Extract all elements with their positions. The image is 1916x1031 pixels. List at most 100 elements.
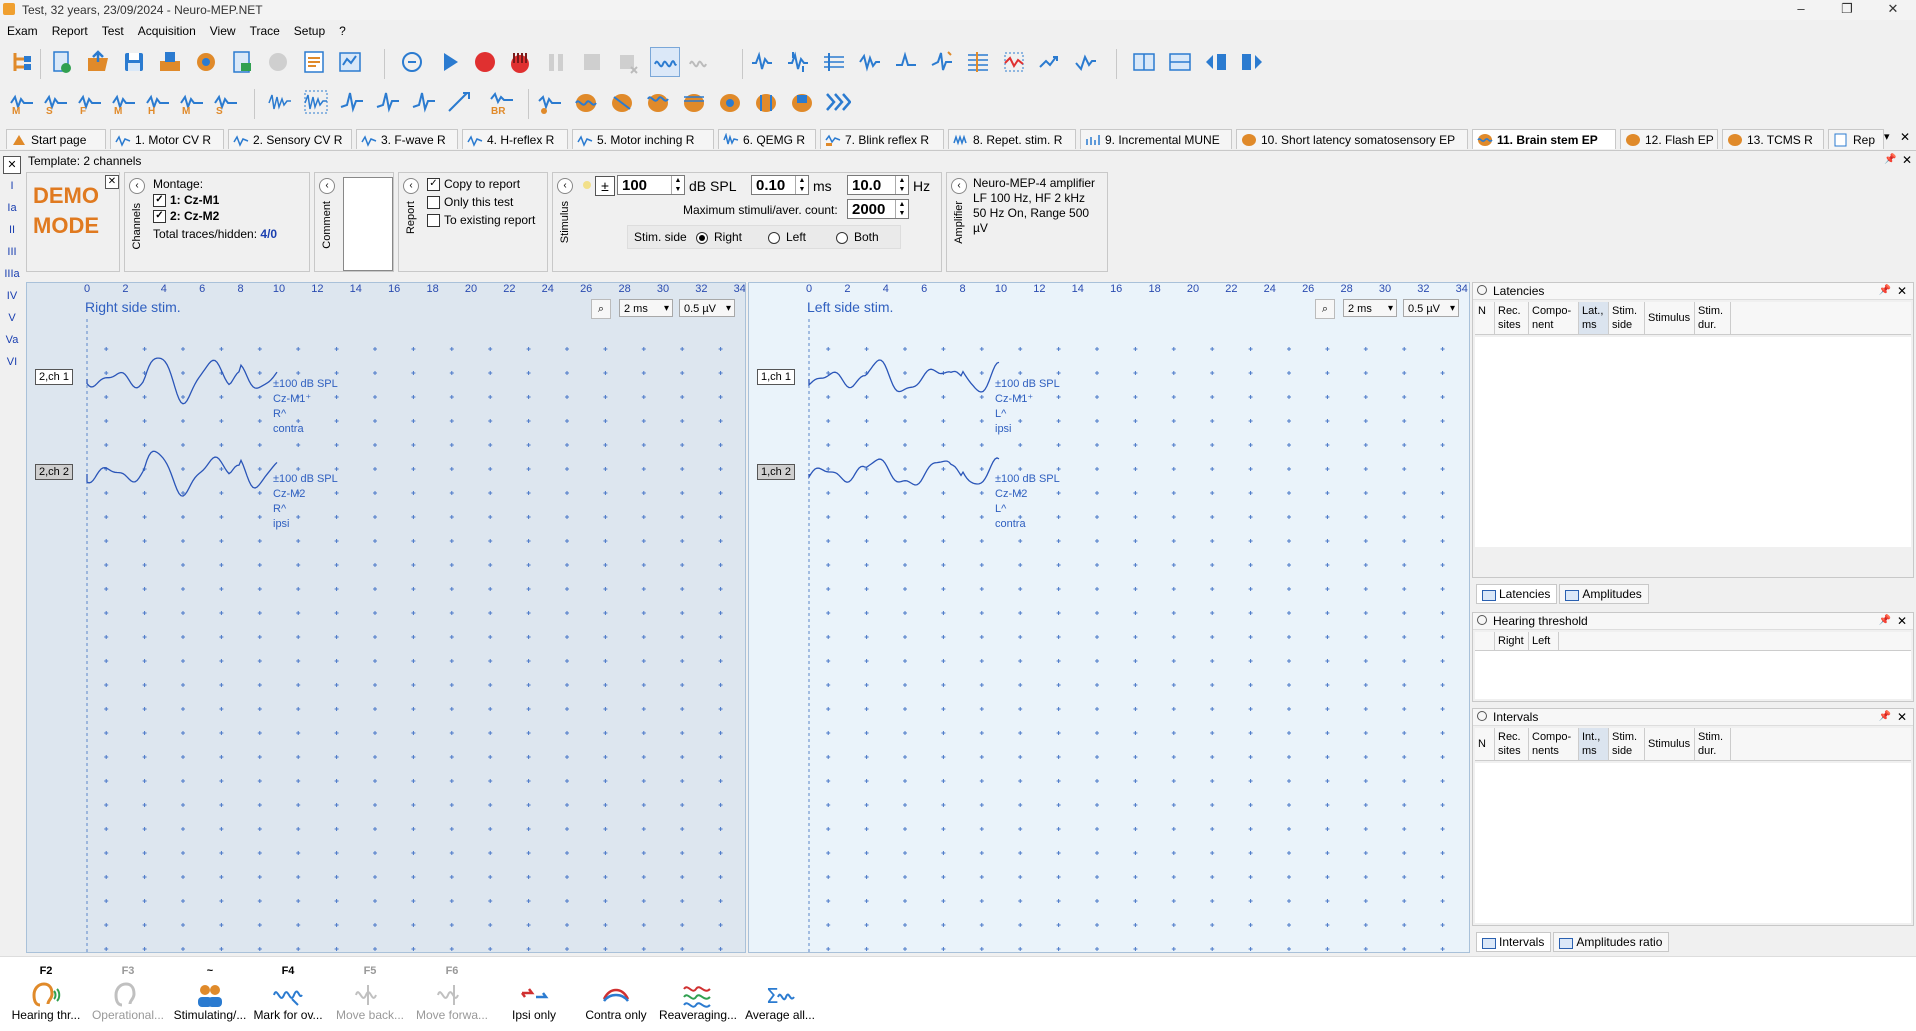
demo-close-button[interactable]: ✕ <box>105 175 119 189</box>
to-existing-report-checkbox[interactable]: To existing report <box>427 213 535 228</box>
trace-tool-4-icon[interactable] <box>856 48 884 76</box>
new-exam-icon[interactable] <box>48 48 76 76</box>
tab-amplitudes[interactable]: Amplitudes <box>1559 584 1649 604</box>
menu-report[interactable]: Report <box>45 21 95 41</box>
tab-flash-ep[interactable]: 12. Flash EP <box>1620 129 1718 149</box>
marker-iiia[interactable]: IIIa <box>0 268 24 290</box>
marker-i[interactable]: I <box>0 180 24 202</box>
search-icon[interactable] <box>1477 711 1487 721</box>
zoom-icon[interactable]: ⌕ <box>1315 299 1335 319</box>
col-rec-sites[interactable]: Rec. sites <box>1495 728 1529 760</box>
marker-ia[interactable]: Ia <box>0 202 24 224</box>
menu-acquisition[interactable]: Acquisition <box>131 21 203 41</box>
template-close-button[interactable]: ✕ <box>1902 153 1912 167</box>
brain-ep-icon[interactable] <box>572 88 600 116</box>
col-left[interactable]: Left <box>1529 632 1559 650</box>
trace-label-2-ch1[interactable]: 2,ch 1 <box>35 369 73 385</box>
zoom-icon[interactable]: ⌕ <box>591 299 611 319</box>
trace-tool-5-icon[interactable] <box>892 48 920 76</box>
close-icon[interactable]: ✕ <box>1897 283 1907 299</box>
stimulating-button[interactable]: ~ Stimulating/... <box>170 965 250 1022</box>
tab-tcms[interactable]: 13. TCMS R <box>1722 129 1824 149</box>
tab-incremental-mune[interactable]: 9. Incremental MUNE <box>1080 129 1232 149</box>
menu-test[interactable]: Test <box>95 21 131 41</box>
trace-tool-2-icon[interactable] <box>784 48 812 76</box>
col-stim-dur[interactable]: Stim. dur. <box>1695 302 1731 334</box>
col-component[interactable]: Compo- nent <box>1529 302 1579 334</box>
maximize-button[interactable]: ❐ <box>1824 0 1870 20</box>
tab-amplitudes-ratio[interactable]: Amplitudes ratio <box>1553 932 1670 952</box>
amplifier-collapse-button[interactable]: ‹ <box>951 178 967 194</box>
right-stim-panel[interactable]: Right side stim. ⌕ 2 ms 0.5 µV 2,ch 1 2,… <box>26 282 746 953</box>
search-icon[interactable] <box>1477 285 1487 295</box>
stim-side-right-radio[interactable]: Right <box>696 230 742 244</box>
brain-ep-5-icon[interactable] <box>716 88 744 116</box>
average-all-button[interactable]: Σ Average all... <box>740 965 820 1022</box>
sensory-test-icon[interactable]: S <box>42 88 70 116</box>
col-interval[interactable]: Int., ms <box>1579 728 1609 760</box>
trace-tool-1-icon[interactable] <box>748 48 776 76</box>
export-icon[interactable] <box>156 48 184 76</box>
emg-test-3-icon[interactable] <box>374 88 402 116</box>
trace-tool-3-icon[interactable] <box>820 48 848 76</box>
copy-to-report-checkbox[interactable]: ✓ Copy to report <box>427 177 520 192</box>
fast-forward-icon[interactable] <box>824 88 852 116</box>
menu-setup[interactable]: Setup <box>287 21 332 41</box>
col-stimulus[interactable]: Stimulus <box>1645 302 1695 334</box>
trace-label-1-ch2[interactable]: 1,ch 2 <box>757 464 795 480</box>
channel-2-checkbox[interactable]: ✓ 2: Cz-M2 <box>153 209 219 224</box>
close-tab-button[interactable]: ✕ <box>1900 130 1910 144</box>
tab-f-wave[interactable]: 3. F-wave R <box>356 129 458 149</box>
marker-va[interactable]: Va <box>0 334 24 356</box>
menu-trace[interactable]: Trace <box>243 21 287 41</box>
ipsi-only-button[interactable]: Ipsi only <box>494 965 574 1022</box>
tab-start-page[interactable]: Start page <box>6 129 106 149</box>
contra-only-button[interactable]: Contra only <box>576 965 656 1022</box>
sensory-inching-test-icon[interactable]: S <box>212 88 240 116</box>
channel-1-checkbox[interactable]: ✓ 1: Cz-M1 <box>153 193 219 208</box>
exam-settings-icon[interactable] <box>192 48 220 76</box>
search-icon[interactable] <box>1477 615 1487 625</box>
trace-tool-7-icon[interactable] <box>964 48 992 76</box>
comment-input[interactable] <box>343 177 393 271</box>
trace-tool-9-icon[interactable] <box>1036 48 1064 76</box>
emg-test-2-icon[interactable] <box>338 88 366 116</box>
minimize-button[interactable]: – <box>1778 0 1824 20</box>
tab-blink-reflex[interactable]: 7. Blink reflex R <box>820 129 944 149</box>
patient-card-icon[interactable] <box>228 48 256 76</box>
emg-test-4-icon[interactable] <box>410 88 438 116</box>
comment-collapse-button[interactable]: ‹ <box>319 178 335 194</box>
stimulus-collapse-button[interactable]: ‹ <box>557 178 573 194</box>
intervals-table-body[interactable] <box>1475 763 1911 923</box>
brain-ep-4-icon[interactable] <box>680 88 708 116</box>
menu-view[interactable]: View <box>203 21 243 41</box>
col-stim-dur[interactable]: Stim. dur. <box>1695 728 1731 760</box>
col-n[interactable]: N <box>1475 302 1495 334</box>
menu-exam[interactable]: Exam <box>0 21 45 41</box>
timebase-select[interactable]: 2 ms <box>1343 299 1397 318</box>
marker-ii[interactable]: II <box>0 224 24 246</box>
channels-collapse-button[interactable]: ‹ <box>129 178 145 194</box>
timebase-select[interactable]: 2 ms <box>619 299 673 318</box>
emg-test-icon[interactable] <box>266 88 294 116</box>
mark-for-overlay-button[interactable]: F4 Mark for ov... <box>248 965 328 1022</box>
tabs-dropdown-button[interactable]: ▾ <box>1884 130 1890 143</box>
col-stim-side[interactable]: Stim. side <box>1609 302 1645 334</box>
marker-iv[interactable]: IV <box>0 290 24 312</box>
tab-sensory-cv[interactable]: 2. Sensory CV R <box>228 129 352 149</box>
sound-calibration-icon[interactable] <box>398 48 426 76</box>
report-icon[interactable] <box>300 48 328 76</box>
save-icon[interactable] <box>120 48 148 76</box>
tab-h-reflex[interactable]: 4. H-reflex R <box>462 129 568 149</box>
emg-test-5-icon[interactable] <box>446 88 474 116</box>
stim-side-left-radio[interactable]: Left <box>768 230 806 244</box>
col-latency[interactable]: Lat., ms <box>1579 302 1609 334</box>
trace-tool-10-icon[interactable] <box>1072 48 1100 76</box>
menu-help[interactable]: ? <box>332 21 353 41</box>
rate-input[interactable]: 10.0 ▲ ▼ <box>847 175 909 195</box>
tab-motor-cv[interactable]: 1. Motor CV R <box>110 129 224 149</box>
intensity-input[interactable]: 100 ▲ ▼ <box>617 175 685 195</box>
trace-waveform[interactable] <box>808 457 1000 486</box>
h-reflex-test-icon[interactable]: H <box>144 88 172 116</box>
max-stimuli-input[interactable]: 2000 ▲ ▼ <box>847 199 909 219</box>
